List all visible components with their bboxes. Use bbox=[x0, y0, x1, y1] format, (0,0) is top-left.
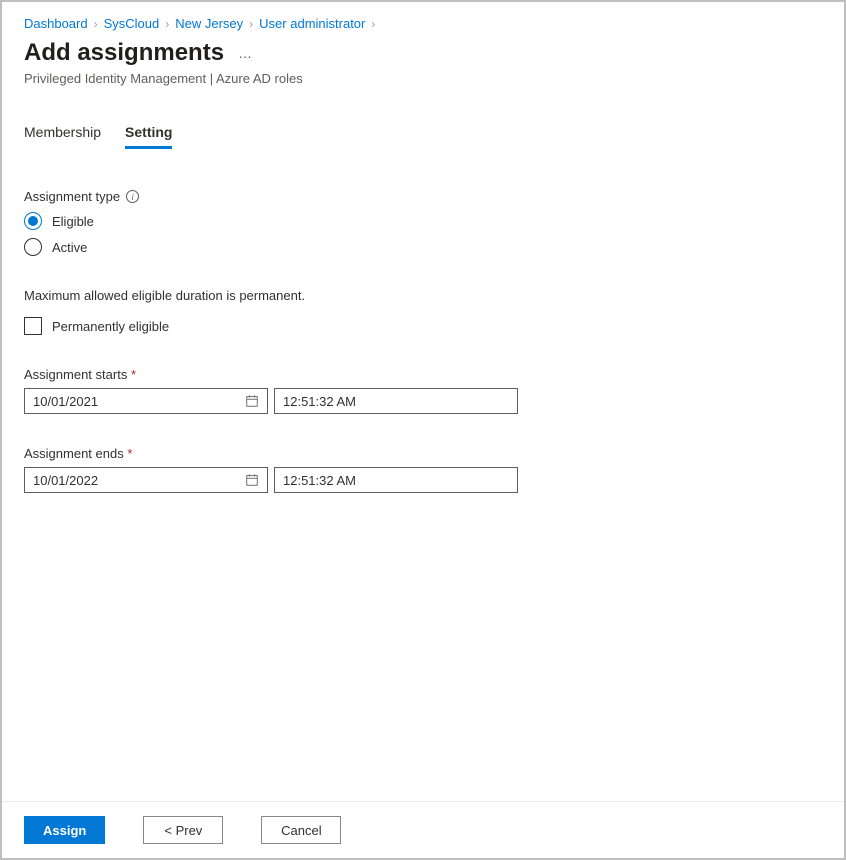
end-date-value: 10/01/2022 bbox=[33, 473, 98, 488]
tab-membership[interactable]: Membership bbox=[24, 124, 101, 149]
chevron-right-icon: › bbox=[249, 17, 253, 31]
start-date-value: 10/01/2021 bbox=[33, 394, 98, 409]
radio-eligible-label: Eligible bbox=[52, 214, 94, 229]
start-date-input[interactable]: 10/01/2021 bbox=[24, 388, 268, 414]
calendar-icon bbox=[245, 394, 259, 408]
info-icon[interactable]: i bbox=[126, 190, 139, 203]
tabs: Membership Setting bbox=[24, 124, 822, 149]
radio-active-label: Active bbox=[52, 240, 87, 255]
checkbox-icon bbox=[24, 317, 42, 335]
cancel-button[interactable]: Cancel bbox=[261, 816, 341, 844]
calendar-icon bbox=[245, 473, 259, 487]
checkbox-permanently-eligible[interactable]: Permanently eligible bbox=[24, 317, 822, 335]
prev-button[interactable]: < Prev bbox=[143, 816, 223, 844]
page-title: Add assignments bbox=[24, 39, 224, 67]
assignment-ends-label: Assignment ends * bbox=[24, 446, 822, 461]
end-date-input[interactable]: 10/01/2022 bbox=[24, 467, 268, 493]
assignment-type-label-text: Assignment type bbox=[24, 189, 120, 204]
breadcrumb-dashboard[interactable]: Dashboard bbox=[24, 16, 88, 31]
assign-button[interactable]: Assign bbox=[24, 816, 105, 844]
breadcrumb-user-administrator[interactable]: User administrator bbox=[259, 16, 365, 31]
radio-icon bbox=[24, 212, 42, 230]
assignment-type-label: Assignment type i bbox=[24, 189, 822, 204]
tab-setting[interactable]: Setting bbox=[125, 124, 172, 149]
breadcrumb: Dashboard › SysCloud › New Jersey › User… bbox=[24, 16, 822, 31]
breadcrumb-newjersey[interactable]: New Jersey bbox=[175, 16, 243, 31]
breadcrumb-syscloud[interactable]: SysCloud bbox=[104, 16, 160, 31]
duration-note: Maximum allowed eligible duration is per… bbox=[24, 288, 822, 303]
chevron-right-icon: › bbox=[165, 17, 169, 31]
chevron-right-icon: › bbox=[371, 17, 375, 31]
start-time-input[interactable] bbox=[274, 388, 518, 414]
radio-eligible[interactable]: Eligible bbox=[24, 212, 822, 230]
permanently-eligible-label: Permanently eligible bbox=[52, 319, 169, 334]
footer: Assign < Prev Cancel bbox=[2, 801, 844, 858]
page-subtitle: Privileged Identity Management | Azure A… bbox=[24, 71, 822, 86]
chevron-right-icon: › bbox=[94, 17, 98, 31]
radio-active[interactable]: Active bbox=[24, 238, 822, 256]
more-icon[interactable]: … bbox=[238, 45, 253, 61]
assignment-starts-label: Assignment starts * bbox=[24, 367, 822, 382]
radio-icon bbox=[24, 238, 42, 256]
end-time-input[interactable] bbox=[274, 467, 518, 493]
